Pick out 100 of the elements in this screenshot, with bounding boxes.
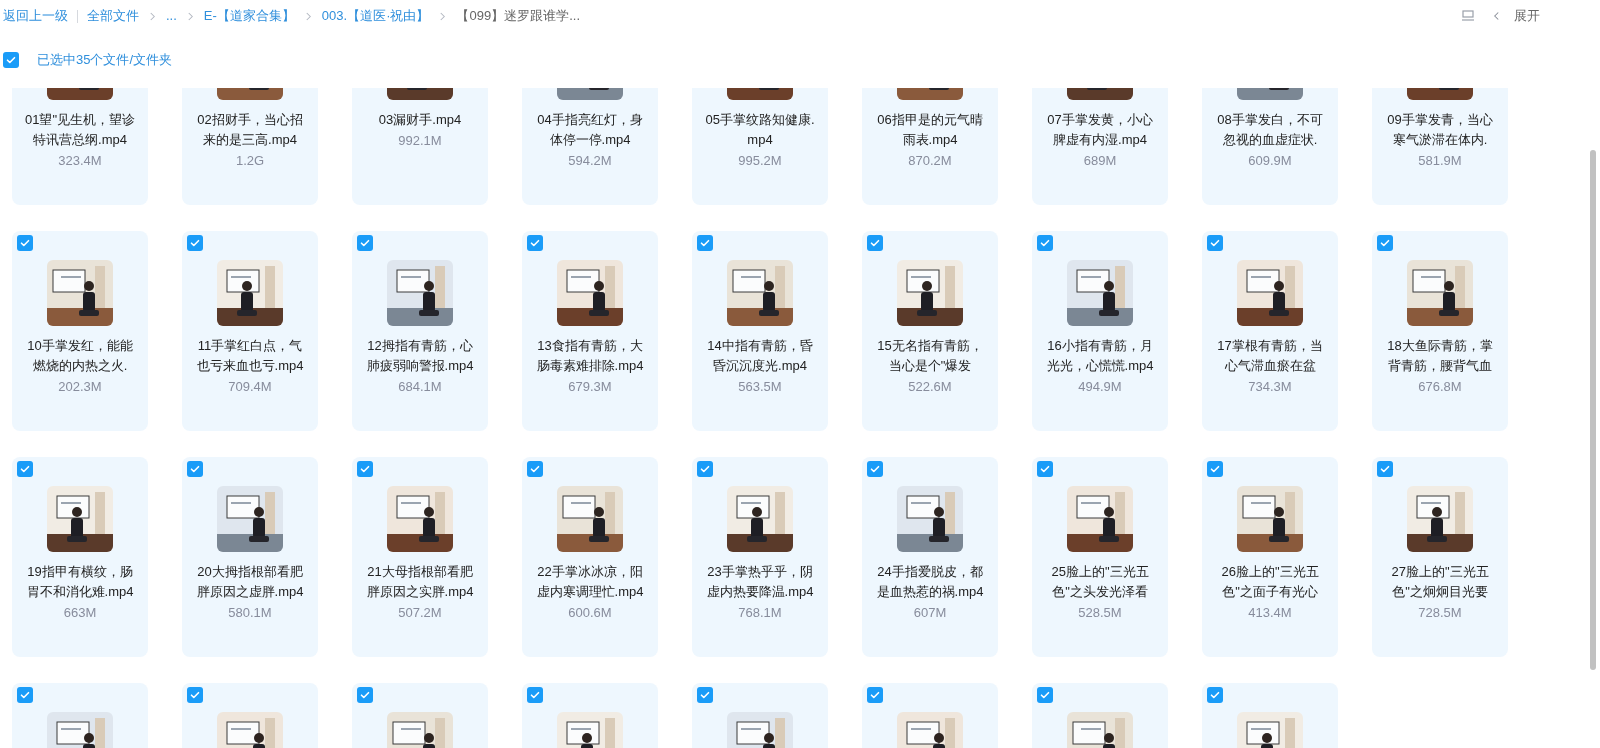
file-name: 01望"见生机，望诊特讯营总纲.mp4	[24, 111, 136, 149]
file-card[interactable]: 03漏财手.mp4 992.1M	[352, 88, 488, 205]
checkbox[interactable]	[187, 461, 203, 477]
file-name: 13食指有青筋，大肠毒素难排除.mp4	[535, 337, 645, 375]
checkbox[interactable]	[697, 687, 713, 703]
file-card[interactable]: 18大鱼际青筋，掌背青筋，腰背气血 676.8M	[1372, 231, 1508, 431]
chevron-left-icon[interactable]	[1493, 11, 1500, 21]
checkmark-icon	[529, 237, 541, 249]
checkbox[interactable]	[187, 235, 203, 251]
checkbox[interactable]	[357, 235, 373, 251]
file-card[interactable]: 25脸上的"三光五色"之头发光泽看 528.5M	[1032, 457, 1168, 657]
file-card[interactable]: 20大拇指根部看肥胖原因之虚胖.mp4 580.1M	[182, 457, 318, 657]
checkbox[interactable]	[17, 461, 33, 477]
checkbox[interactable]	[1037, 235, 1053, 251]
breadcrumb-link[interactable]: E-【道家合集】	[203, 6, 295, 26]
checkmark-icon	[1379, 237, 1391, 249]
file-card[interactable]: 01望"见生机，望诊特讯营总纲.mp4 323.4M	[12, 88, 148, 205]
file-card[interactable]: 14中指有青筋，昏昏沉沉度光.mp4 563.5M	[692, 231, 828, 431]
checkmark-icon	[699, 237, 711, 249]
file-size: 580.1M	[228, 604, 272, 622]
checkbox[interactable]	[357, 687, 373, 703]
checkbox[interactable]	[527, 687, 543, 703]
file-size: 581.9M	[1418, 152, 1462, 170]
file-card[interactable]: 19指甲有横纹，肠胃不和消化难.mp4 663M	[12, 457, 148, 657]
file-card[interactable]: 08手掌发白，不可忽视的血虚症状. 609.9M	[1202, 88, 1338, 205]
checkmark-icon	[529, 463, 541, 475]
file-card[interactable]: 13食指有青筋，大肠毒素难排除.mp4 679.3M	[522, 231, 658, 431]
file-name: 17掌根有青筋，当心气滞血瘀在盆	[1216, 337, 1324, 375]
panel-icon[interactable]	[1461, 9, 1475, 23]
file-name: 09手掌发青，当心寒气淤滞在体内.	[1386, 111, 1494, 149]
file-card[interactable]: 24手指爱脱皮，都是血热惹的祸.mp4 607M	[862, 457, 998, 657]
checkbox[interactable]	[1377, 235, 1393, 251]
checkbox[interactable]	[187, 687, 203, 703]
file-name: 23手掌热乎乎，阴虚内热要降温.mp4	[705, 563, 815, 601]
file-size: 507.2M	[398, 604, 442, 622]
checkbox[interactable]	[1207, 461, 1223, 477]
breadcrumb-link[interactable]: 003.【道医·祝由】	[321, 6, 430, 26]
chevron-right-icon	[186, 11, 194, 21]
file-size: 679.3M	[568, 378, 612, 396]
checkbox[interactable]	[697, 461, 713, 477]
file-card[interactable]: 23手掌热乎乎，阴虚内热要降温.mp4 768.1M	[692, 457, 828, 657]
file-name: 27脸上的"三光五色"之炯炯目光要	[1390, 563, 1490, 601]
checkbox[interactable]	[867, 461, 883, 477]
file-card[interactable]: 26脸上的"三光五色"之面子有光心 413.4M	[1202, 457, 1338, 657]
checkbox[interactable]	[17, 235, 33, 251]
checkbox[interactable]	[1207, 235, 1223, 251]
checkbox[interactable]	[1037, 687, 1053, 703]
file-size: 494.9M	[1078, 378, 1122, 396]
checkbox[interactable]	[1207, 687, 1223, 703]
scrollbar-thumb[interactable]	[1590, 150, 1596, 670]
checkmark-icon	[1379, 463, 1391, 475]
file-name: 14中指有青筋，昏昏沉沉度光.mp4	[706, 337, 814, 375]
file-card[interactable]: 17掌根有青筋，当心气滞血瘀在盆 734.3M	[1202, 231, 1338, 431]
file-card[interactable]: 15无名指有青筋，当心是个"爆发 522.6M	[862, 231, 998, 431]
file-size: 728.5M	[1418, 604, 1462, 622]
file-size: 607M	[913, 604, 947, 622]
checkbox[interactable]	[527, 461, 543, 477]
file-card[interactable]: 10手掌发红，能能燃烧的内热之火. 202.3M	[12, 231, 148, 431]
file-name: 02招财手，当心招来的是三高.mp4	[196, 111, 304, 149]
file-card[interactable]: 27脸上的"三光五色"之炯炯目光要 728.5M	[1372, 457, 1508, 657]
checkbox[interactable]	[867, 687, 883, 703]
file-name: 19指甲有横纹，肠胃不和消化难.mp4	[25, 563, 135, 601]
file-size: 563.5M	[738, 378, 782, 396]
checkbox[interactable]	[1037, 461, 1053, 477]
file-size: 323.4M	[58, 152, 102, 170]
file-name: 16小指有青筋，月光光，心慌慌.mp4	[1045, 337, 1155, 375]
checkmark-icon	[869, 237, 881, 249]
breadcrumb-link[interactable]: ...	[166, 6, 177, 26]
breadcrumb-link[interactable]: 【099】迷罗跟谁学...	[456, 6, 580, 26]
checkbox[interactable]	[697, 235, 713, 251]
checkbox[interactable]	[867, 235, 883, 251]
checkmark-icon	[699, 689, 711, 701]
file-card[interactable]: 07手掌发黄，小心脾虚有内湿.mp4 689M	[1032, 88, 1168, 205]
checkbox[interactable]	[17, 687, 33, 703]
file-card[interactable]: 16小指有青筋，月光光，心慌慌.mp4 494.9M	[1032, 231, 1168, 431]
checkbox[interactable]	[357, 461, 373, 477]
checkbox[interactable]	[1377, 461, 1393, 477]
file-card[interactable]: 09手掌发青，当心寒气淤滞在体内. 581.9M	[1372, 88, 1508, 205]
file-card[interactable]: 22手掌冰冰凉，阳虚内寒调理忙.mp4 600.6M	[522, 457, 658, 657]
checkmark-icon	[189, 463, 201, 475]
file-size: 676.8M	[1418, 378, 1462, 396]
file-card[interactable]: 21大母指根部看肥胖原因之实胖.mp4 507.2M	[352, 457, 488, 657]
checkmark-icon	[1209, 689, 1221, 701]
file-size: 992.1M	[398, 132, 442, 150]
file-name: 18大鱼际青筋，掌背青筋，腰背气血	[1386, 337, 1494, 375]
breadcrumb-link[interactable]: 全部文件	[87, 6, 139, 26]
checkmark-icon	[19, 689, 31, 701]
back-link[interactable]: 返回上一级	[3, 6, 68, 26]
checkbox[interactable]	[527, 235, 543, 251]
file-card[interactable]: 11手掌红白点，气也亏来血也亏.mp4 709.4M	[182, 231, 318, 431]
checkbox[interactable]	[3, 52, 19, 68]
expand-button[interactable]: 展开	[1514, 6, 1540, 26]
file-card[interactable]: 12拇指有青筋，心肺疲弱响警报.mp4 684.1M	[352, 231, 488, 431]
file-name: 22手掌冰冰凉，阳虚内寒调理忙.mp4	[535, 563, 645, 601]
file-size: 413.4M	[1248, 604, 1292, 622]
file-card[interactable]: 05手掌纹路知健康.mp4 995.2M	[692, 88, 828, 205]
file-card[interactable]: 02招财手，当心招来的是三高.mp4 1.2G	[182, 88, 318, 205]
file-card[interactable]: 04手指亮红灯，身体停一停.mp4 594.2M	[522, 88, 658, 205]
file-name: 25脸上的"三光五色"之头发光泽看	[1050, 563, 1150, 601]
file-card[interactable]: 06指甲是的元气晴雨表.mp4 870.2M	[862, 88, 998, 205]
